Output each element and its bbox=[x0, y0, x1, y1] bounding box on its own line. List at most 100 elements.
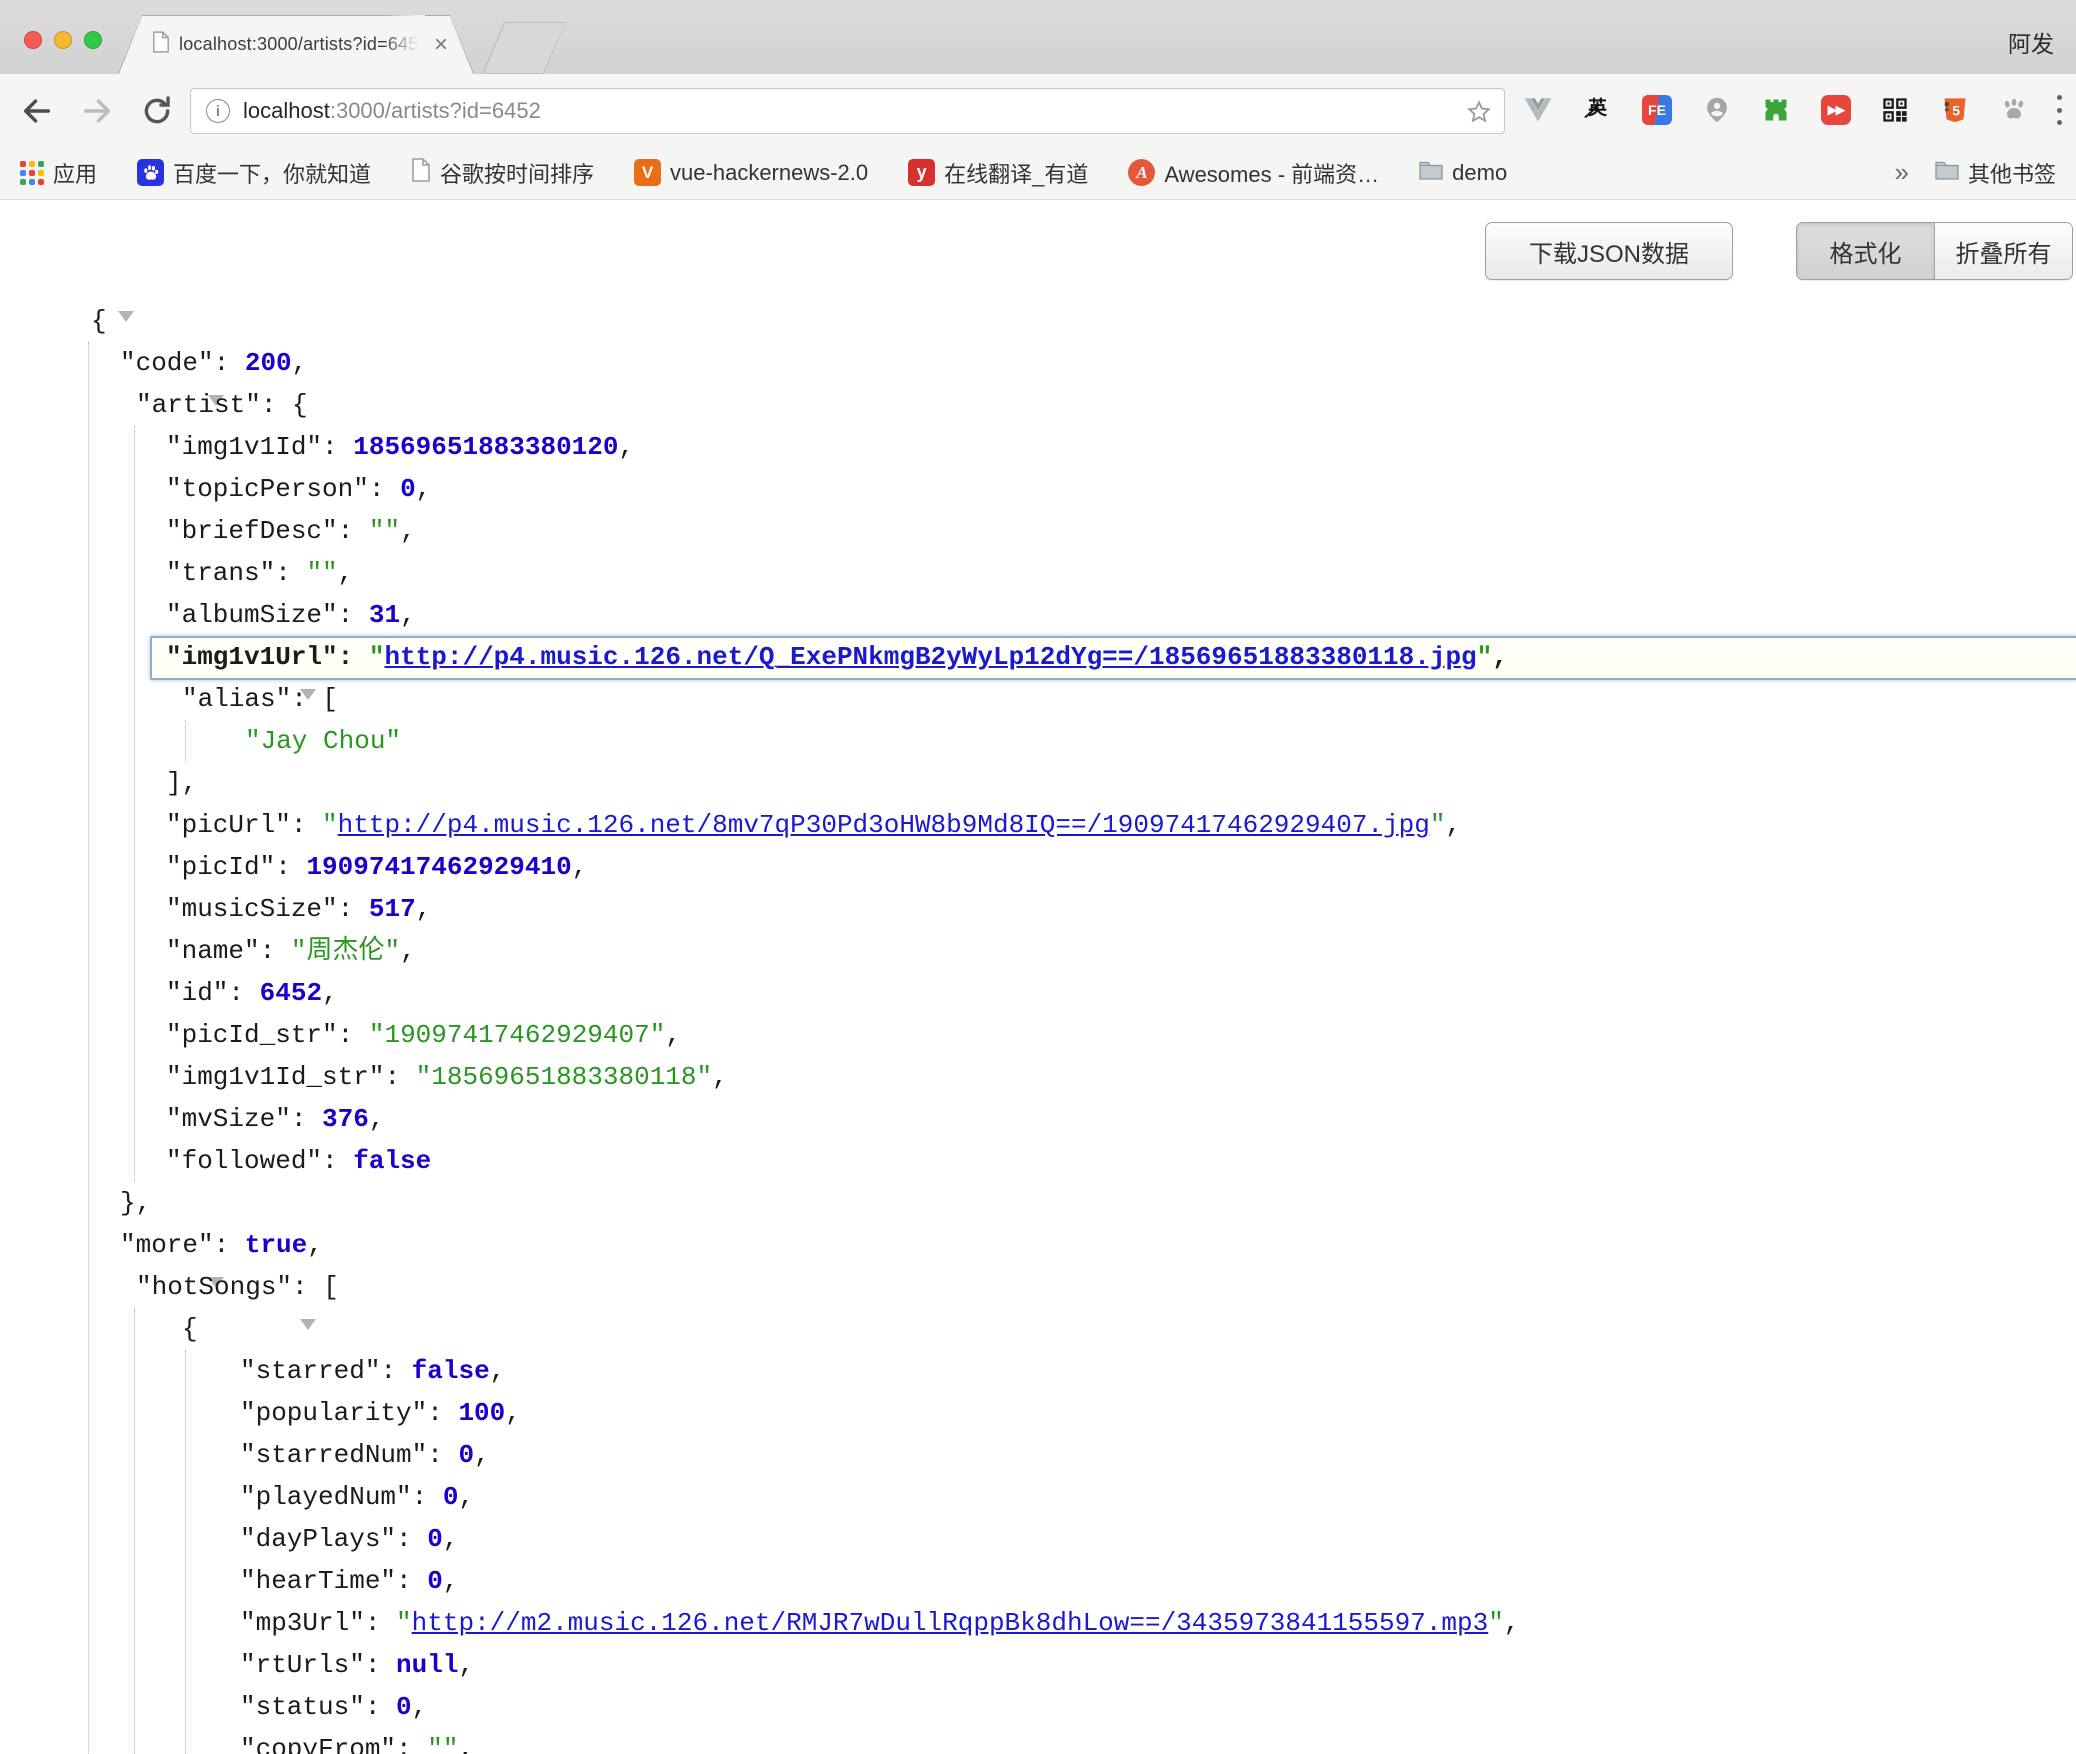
json-line: "more": true, bbox=[0, 1224, 2076, 1266]
json-token-k: "status" bbox=[240, 1692, 365, 1722]
json-token-p: : bbox=[396, 1566, 427, 1596]
browser-menu-icon[interactable] bbox=[2056, 95, 2062, 125]
json-token-p: : bbox=[214, 348, 245, 378]
json-token-p: : bbox=[380, 1356, 411, 1386]
other-bookmarks-folder[interactable]: 其他书签 bbox=[1935, 157, 2056, 189]
json-token-p: , bbox=[474, 1440, 490, 1470]
html5-player-icon[interactable]: 5 bbox=[1939, 94, 1971, 126]
json-token-p: : bbox=[365, 1692, 396, 1722]
json-token-n: true bbox=[245, 1230, 307, 1260]
video-badge: ▶▶ bbox=[1821, 95, 1851, 125]
json-token-k: "picId_str" bbox=[166, 1020, 338, 1050]
json-token-q: " bbox=[1477, 642, 1493, 672]
json-token-n: 0 bbox=[396, 1692, 412, 1722]
json-token-p: : bbox=[322, 1146, 353, 1176]
format-button[interactable]: 格式化 bbox=[1797, 223, 1935, 279]
qr-code-icon[interactable] bbox=[1879, 94, 1911, 126]
paw-extension-icon[interactable] bbox=[1998, 94, 2030, 126]
json-token-s: "" bbox=[427, 1734, 458, 1754]
tab-close-icon[interactable]: × bbox=[434, 33, 448, 57]
bookmark-baidu[interactable]: 百度一下，你就知道 bbox=[137, 157, 371, 189]
back-button[interactable] bbox=[20, 94, 54, 128]
json-token-q: " bbox=[1488, 1608, 1504, 1638]
browser-tab[interactable]: localhost:3000/artists?id=645 × bbox=[118, 15, 474, 74]
json-line: "status": 0, bbox=[0, 1686, 2076, 1728]
bookmark-vue-hackernews[interactable]: V vue-hackernews-2.0 bbox=[634, 159, 868, 186]
json-token-p: , bbox=[307, 1230, 323, 1260]
json-token-k: "briefDesc" bbox=[166, 516, 338, 546]
address-bar[interactable]: i localhost:3000/artists?id=6452 bbox=[190, 88, 1505, 134]
download-json-button[interactable]: 下载JSON数据 bbox=[1485, 222, 1733, 280]
json-line: }, bbox=[0, 1182, 2076, 1224]
browser-toolbar: i localhost:3000/artists?id=6452 英 FE ▶▶ bbox=[0, 74, 2076, 146]
translate-extension-icon[interactable]: 英 bbox=[1582, 94, 1614, 126]
json-token-k: "topicPerson" bbox=[166, 474, 369, 504]
zoom-window-button[interactable] bbox=[84, 31, 102, 49]
bookmarks-overflow-icon[interactable]: » bbox=[1895, 157, 1909, 188]
json-token-n: 18569651883380120 bbox=[353, 432, 618, 462]
json-link[interactable]: http://m2.music.126.net/RMJR7wDullRqppBk… bbox=[412, 1608, 1489, 1638]
json-token-k: "artist" bbox=[136, 390, 261, 420]
person-pin-icon[interactable] bbox=[1701, 94, 1733, 126]
json-token-p: , bbox=[322, 978, 338, 1008]
video-download-icon[interactable]: ▶▶ bbox=[1820, 94, 1852, 126]
json-token-n: false bbox=[353, 1146, 431, 1176]
json-token-p: ], bbox=[166, 768, 197, 798]
json-token-k: "copyFrom" bbox=[240, 1734, 396, 1754]
bookmark-awesomes[interactable]: A Awesomes - 前端资… bbox=[1128, 157, 1379, 189]
json-line: "hotSongs": [ bbox=[0, 1266, 2076, 1308]
shield-extension-icon[interactable] bbox=[1760, 94, 1792, 126]
json-token-p: : bbox=[228, 978, 259, 1008]
reload-button[interactable] bbox=[140, 94, 174, 128]
json-line: "starred": false, bbox=[0, 1350, 2076, 1392]
json-token-p: : bbox=[427, 1398, 458, 1428]
json-token-k: "img1v1Id" bbox=[166, 432, 322, 462]
json-line: "name": "周杰伦", bbox=[0, 930, 2076, 972]
json-token-p: : bbox=[275, 852, 306, 882]
fe-helper-icon[interactable]: FE bbox=[1641, 94, 1673, 126]
json-token-n: 376 bbox=[322, 1104, 369, 1134]
json-token-n: 19097417462929410 bbox=[306, 852, 571, 882]
bookmark-folder-demo[interactable]: demo bbox=[1419, 160, 1507, 186]
json-token-n: 517 bbox=[369, 894, 416, 924]
json-token-p: : bbox=[365, 1650, 396, 1680]
json-line: "popularity": 100, bbox=[0, 1392, 2076, 1434]
bookmark-star-icon[interactable] bbox=[1466, 99, 1492, 130]
json-token-p: , bbox=[1492, 642, 1508, 672]
json-token-p: , bbox=[458, 1734, 474, 1754]
bookmark-google-sort[interactable]: 谷歌按时间排序 bbox=[411, 157, 594, 189]
json-line: "img1v1Id": 18569651883380120, bbox=[0, 426, 2076, 468]
json-link[interactable]: http://p4.music.126.net/Q_ExePNkmgB2yWyL… bbox=[384, 642, 1476, 672]
json-token-q: " bbox=[369, 642, 385, 672]
site-info-icon[interactable]: i bbox=[206, 99, 230, 123]
new-tab-button[interactable] bbox=[482, 22, 566, 74]
new-tab-background bbox=[483, 23, 565, 73]
vue-devtools-icon[interactable] bbox=[1522, 94, 1554, 126]
json-link[interactable]: http://p4.music.126.net/8mv7qP30Pd3oHW8b… bbox=[338, 810, 1430, 840]
bookmarks-bar: 应用 百度一下，你就知道 谷歌按时间排序 V vue-hackernews-2.… bbox=[0, 146, 2076, 200]
json-line: "albumSize": 31, bbox=[0, 594, 2076, 636]
minimize-window-button[interactable] bbox=[54, 31, 72, 49]
bookmark-youdao-translate[interactable]: y 在线翻译_有道 bbox=[908, 157, 1088, 189]
json-token-n: null bbox=[396, 1650, 458, 1680]
url-host: localhost bbox=[243, 98, 330, 123]
json-line: "img1v1Id_str": "18569651883380118", bbox=[0, 1056, 2076, 1098]
url-text[interactable]: localhost:3000/artists?id=6452 bbox=[243, 98, 541, 124]
collapse-all-button[interactable]: 折叠所有 bbox=[1935, 223, 2072, 279]
close-window-button[interactable] bbox=[24, 31, 42, 49]
forward-button[interactable] bbox=[80, 94, 114, 128]
json-token-p: : bbox=[384, 1062, 415, 1092]
json-token-k: "dayPlays" bbox=[240, 1524, 396, 1554]
json-token-k: "albumSize" bbox=[166, 600, 338, 630]
json-token-p: { bbox=[91, 306, 107, 336]
json-token-k: "starredNum" bbox=[240, 1440, 427, 1470]
json-line: "alias": [ bbox=[0, 678, 2076, 720]
json-token-p: : bbox=[338, 642, 369, 672]
json-token-s: "" bbox=[306, 558, 337, 588]
bookmark-apps[interactable]: 应用 bbox=[20, 157, 97, 189]
profile-name[interactable]: 阿发 bbox=[2008, 25, 2054, 59]
bookmark-label: demo bbox=[1452, 160, 1507, 186]
json-line: "topicPerson": 0, bbox=[0, 468, 2076, 510]
json-token-p: , bbox=[572, 852, 588, 882]
tab-title-fade bbox=[383, 15, 425, 74]
